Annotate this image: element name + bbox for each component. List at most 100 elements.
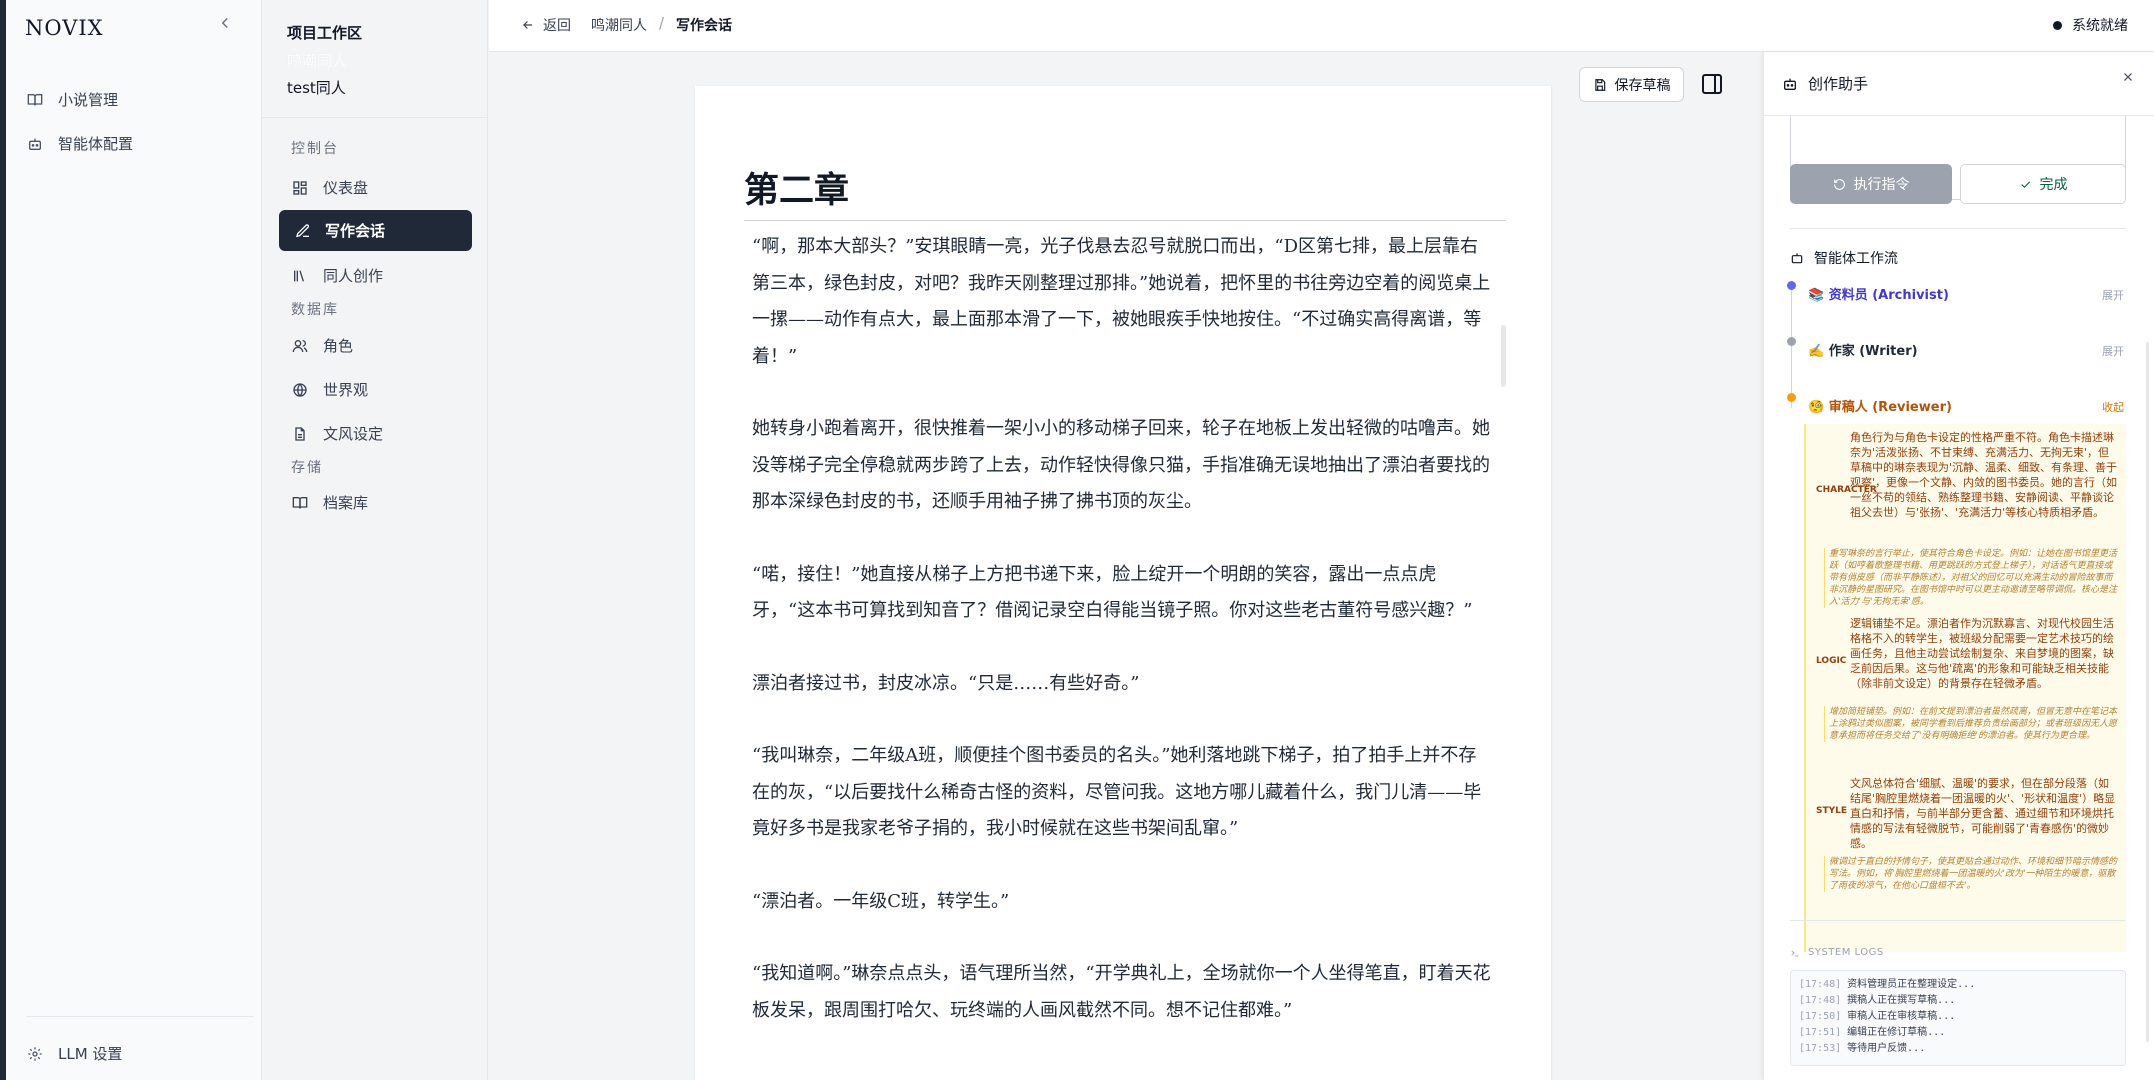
paragraph: “啊，那本大部头？”安琪眼睛一亮，光子伐悬去忍号就脱口而出，“D区第七排，最上层… xyxy=(752,236,1491,367)
section-label-storage: 存储 xyxy=(291,460,323,476)
toggle-panel-button[interactable] xyxy=(1700,72,1724,96)
app-logo: NOVIX xyxy=(25,16,104,40)
nav-item-worldview[interactable]: 世界观 xyxy=(291,379,368,400)
terminal-icon xyxy=(1791,950,1799,956)
divider xyxy=(1790,920,2126,921)
gear-icon xyxy=(26,1045,44,1063)
paragraph: “我叫琳奈，二年级A班，顺便挂个图书委员的名头。”她利落地跳下梯子，拍了拍手上并… xyxy=(752,745,1482,839)
nav-item-archive[interactable]: 档案库 xyxy=(291,492,368,513)
log-line: [17:53] 等待用户反馈... xyxy=(1799,1043,1926,1054)
breadcrumb-current: 写作会话 xyxy=(676,18,732,34)
breadcrumb-separator: / xyxy=(659,14,665,32)
sidebar-item-label: LLM 设置 xyxy=(58,1045,123,1063)
breadcrumb-project[interactable]: 鸣潮同人 xyxy=(591,15,647,35)
nav-item-writing-session[interactable]: 写作会话 xyxy=(279,210,472,251)
agent-status-dot xyxy=(1787,281,1796,290)
sidebar-item-agents[interactable]: 智能体配置 xyxy=(26,133,133,154)
close-assistant-button[interactable] xyxy=(2121,70,2135,84)
nav-item-dashboard[interactable]: 仪表盘 xyxy=(291,177,368,198)
chapter-title[interactable]: 第二章 xyxy=(744,162,849,213)
library-icon xyxy=(291,267,309,285)
paragraph: “我知道啊。”琳奈点点头，语气理所当然，“开学典礼上，全场就你一个人坐得笔直，盯… xyxy=(752,963,1491,1021)
workspace-faded-name: 鸣潮同人 xyxy=(287,52,348,70)
nav-item-label: 角色 xyxy=(323,337,354,355)
agent-reviewer: 🧐 审稿人 (Reviewer) xyxy=(1808,400,1952,415)
system-status: 系统就绪 xyxy=(2053,15,2128,35)
review-suggestion: 重写琳奈的言行举止，使其符合角色卡设定。例如：让她在图书馆里更活跃（如哼着歌整理… xyxy=(1824,548,2120,608)
log-line: [17:51] 编辑正在修订草稿... xyxy=(1799,1027,1946,1038)
back-button[interactable]: 返回 xyxy=(521,15,571,35)
nav-item-label: 世界观 xyxy=(323,381,369,399)
editor-scrollbar[interactable] xyxy=(1501,325,1506,387)
check-icon xyxy=(2020,180,2030,188)
chevron-left-icon xyxy=(221,17,228,29)
sidebar-toggle-icon xyxy=(1702,74,1722,94)
globe-icon xyxy=(291,381,309,399)
robot-icon xyxy=(1784,78,1796,90)
divider xyxy=(26,1016,254,1017)
agent-collapse-button[interactable]: 收起 xyxy=(2102,399,2124,415)
agent-archivist: 📚 资料员 (Archivist) xyxy=(1808,288,1949,303)
book-icon xyxy=(26,91,44,109)
panel-scrollbar[interactable] xyxy=(2146,342,2149,1042)
log-line: [17:48] 资料管理员正在整理设定... xyxy=(1799,979,1976,990)
system-logs: [17:48] 资料管理员正在整理设定... [17:48] 撰稿人正在撰写草稿..… xyxy=(1790,970,2126,1066)
project-name: test同人 xyxy=(287,79,346,97)
refresh-icon xyxy=(1833,178,1845,190)
log-line: [17:50] 审稿人正在审核草稿... xyxy=(1799,1011,1956,1022)
review-suggestion: 增加简短铺垫。例如：在前文提到漂泊者虽然疏离，但冒无意中在笔记本上涂鸦过类似图案… xyxy=(1824,706,2120,742)
assistant-panel: 创作助手 执行指令 完成 智能体工作流 📚 资料员 (Archivist) 展开… xyxy=(1763,52,2154,1080)
workspace-sidebar: 项目工作区 鸣潮同人 test同人 控制台 仪表盘 写作会话 同人创作 数据库 … xyxy=(262,0,488,1080)
users-icon xyxy=(291,337,309,355)
sidebar-item-novels[interactable]: 小说管理 xyxy=(26,89,118,110)
review-issue: 逻辑铺垫不足。漂泊者作为沉默寡言、对现代校园生活格格不入的转学生，被班级分配需要… xyxy=(1850,617,2114,690)
pen-icon xyxy=(295,223,311,239)
agent-status-dot xyxy=(1787,393,1796,402)
paragraph: “喏，接住！”她直接从梯子上方把书递下来，脸上绽开一个明朗的笑容，露出一点点虎牙… xyxy=(752,563,1473,622)
save-draft-button[interactable]: 保存草稿 xyxy=(1579,67,1684,102)
book-open-icon xyxy=(291,494,309,512)
nav-item-label: 文风设定 xyxy=(323,425,384,443)
execute-label: 执行指令 xyxy=(1853,177,1910,193)
sidebar-item-llm-settings[interactable]: LLM 设置 xyxy=(26,1043,122,1064)
chapter-text[interactable]: “啊，那本大部头？”安琪眼睛一亮，光子伐悬去忍号就脱口而出，“D区第七排，最上层… xyxy=(752,232,1492,1080)
nav-item-characters[interactable]: 角色 xyxy=(291,335,353,356)
back-label: 返回 xyxy=(543,18,571,34)
top-bar: 返回 鸣潮同人 / 写作会话 系统就绪 xyxy=(489,0,2154,52)
execute-command-button[interactable]: 执行指令 xyxy=(1790,164,1952,204)
agent-status-dot xyxy=(1787,337,1796,346)
status-dot-icon xyxy=(2053,20,2062,30)
save-draft-label: 保存草稿 xyxy=(1614,77,1671,94)
paragraph: 漂泊者接过书，封皮冰凉。“只是……有些好奇。” xyxy=(752,672,1140,694)
review-tag: LOGIC xyxy=(1816,656,1847,666)
nav-item-fanfic[interactable]: 同人创作 xyxy=(291,265,383,286)
log-line: [17:48] 撰稿人正在撰写草稿... xyxy=(1799,995,1956,1006)
status-text: 系统就绪 xyxy=(2072,18,2128,34)
nav-item-label: 同人创作 xyxy=(323,267,384,285)
nav-item-style[interactable]: 文风设定 xyxy=(291,423,383,444)
divider xyxy=(1790,228,2126,229)
sidebar-item-label: 小说管理 xyxy=(58,91,119,109)
section-label-console: 控制台 xyxy=(291,141,339,157)
title-underline xyxy=(744,220,1506,221)
workflow-timeline xyxy=(1791,288,1792,408)
assistant-title: 创作助手 xyxy=(1782,73,1868,94)
workspace-title: 项目工作区 xyxy=(287,24,363,42)
done-button[interactable]: 完成 xyxy=(1960,164,2126,204)
main-sidebar: NOVIX 小说管理 智能体配置 LLM 设置 xyxy=(6,0,262,1080)
nav-item-label: 仪表盘 xyxy=(323,179,369,197)
review-suggestion: 微调过于直白的抒情句子，使其更贴合通过动作、环境和细节暗示情感的写法。例如，将'… xyxy=(1824,856,2120,892)
sidebar-item-label: 智能体配置 xyxy=(58,135,134,153)
agent-expand-button[interactable]: 展开 xyxy=(2102,287,2124,303)
collapse-sidebar-button[interactable] xyxy=(216,14,234,32)
dashboard-icon xyxy=(291,179,309,197)
divider xyxy=(262,117,488,118)
agent-expand-button[interactable]: 展开 xyxy=(2102,343,2124,359)
agent-writer: ✍️ 作家 (Writer) xyxy=(1808,344,1918,359)
robot-icon xyxy=(1791,253,1803,264)
robot-icon xyxy=(26,135,44,153)
arrow-left-icon xyxy=(523,21,533,29)
system-logs-title: SYSTEM LOGS xyxy=(1790,947,1884,958)
workflow-title-text: 智能体工作流 xyxy=(1814,251,1898,267)
assistant-header: 创作助手 xyxy=(1764,52,2154,116)
